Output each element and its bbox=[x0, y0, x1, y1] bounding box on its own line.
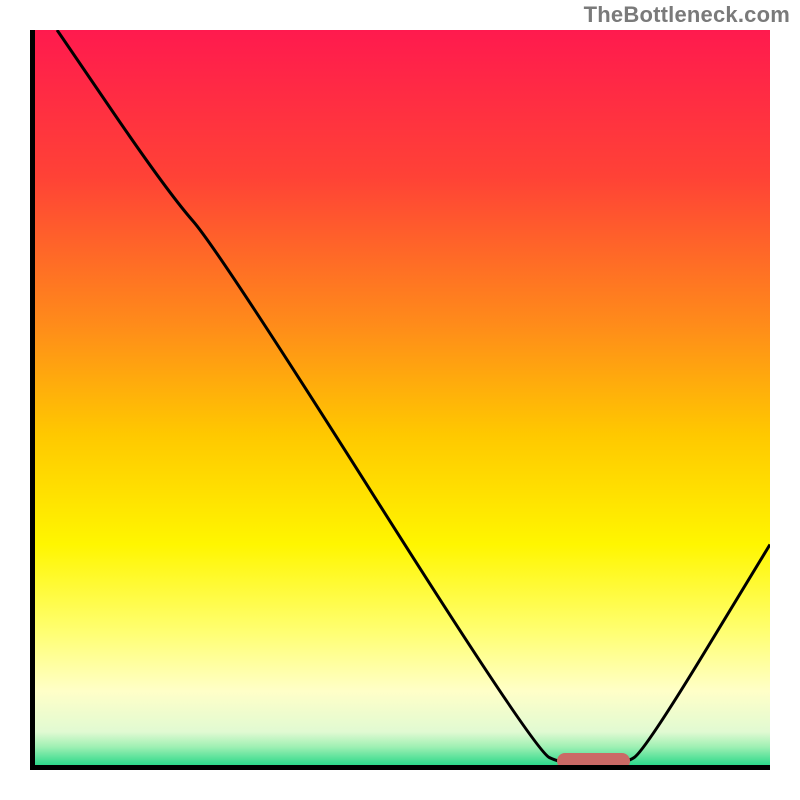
watermark-text: TheBottleneck.com bbox=[584, 2, 790, 28]
chart-axes-frame bbox=[30, 30, 770, 770]
